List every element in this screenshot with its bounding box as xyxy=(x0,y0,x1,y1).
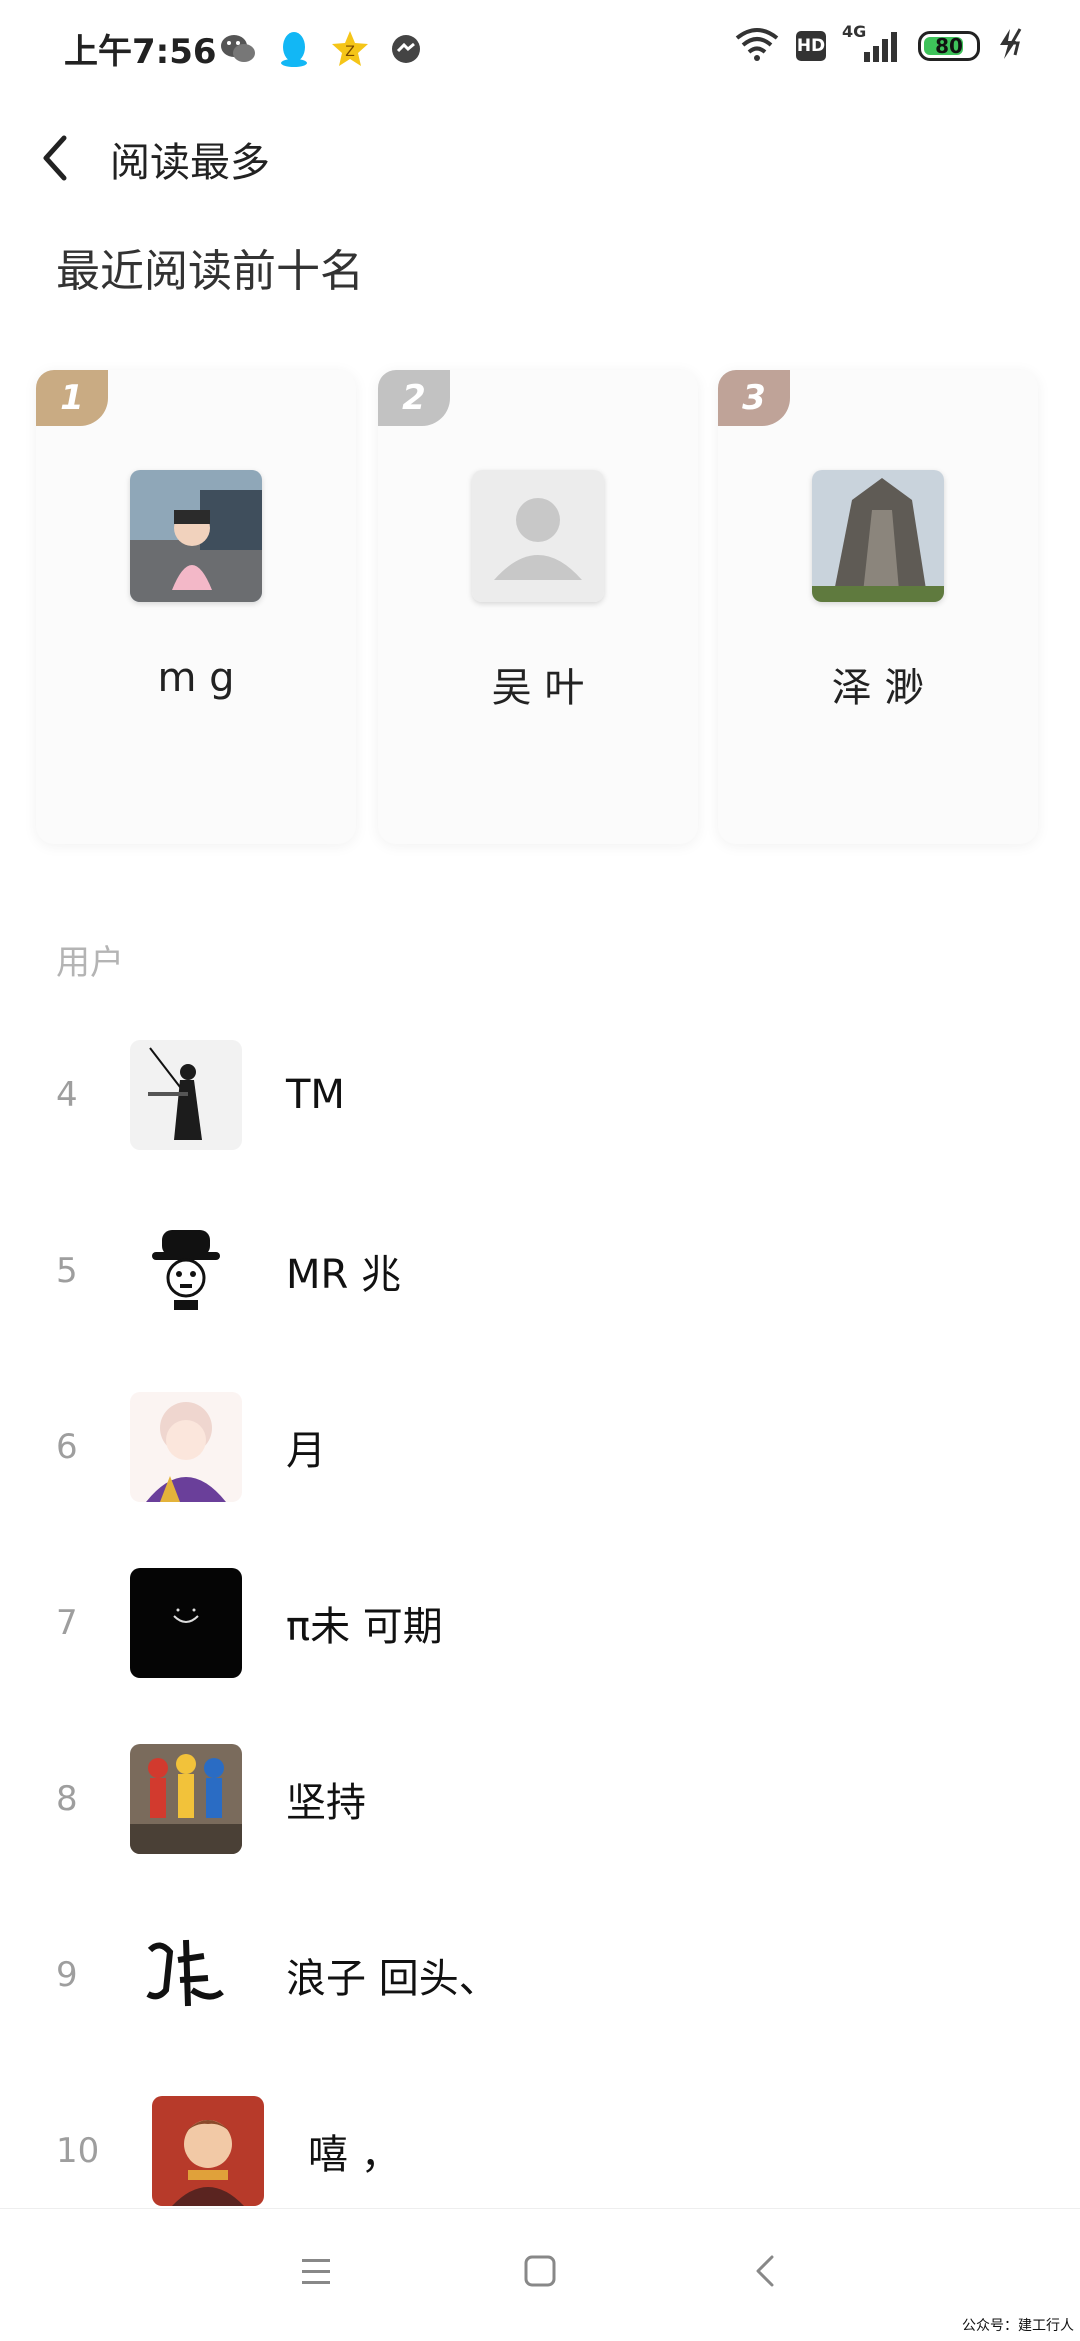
avatar xyxy=(130,1568,242,1678)
svg-text:Z: Z xyxy=(345,44,355,60)
rank-number: 9 xyxy=(56,1955,78,1995)
user-name: π未 可期 xyxy=(286,1604,443,1650)
battery-icon: 80 xyxy=(918,31,980,61)
home-square-icon[interactable] xyxy=(510,2241,570,2301)
list-item[interactable]: 9 浪子 回头、 xyxy=(0,1920,1080,2096)
top-ten-title: 最近阅读前十名 xyxy=(56,246,364,297)
rank-number: 10 xyxy=(56,2131,100,2171)
rank-number: 7 xyxy=(56,1603,78,1643)
back-chevron-icon[interactable] xyxy=(736,2241,796,2301)
system-nav-bar: 公众号：建工行人 xyxy=(0,2208,1080,2341)
rank-badge: 1 xyxy=(36,370,108,426)
reader-name: 泽 渺 xyxy=(831,665,925,711)
avatar xyxy=(130,1216,242,1326)
list-item[interactable]: 6 月 xyxy=(0,1392,1080,1568)
qq-icon xyxy=(274,29,314,69)
user-name: 坚持 xyxy=(286,1780,366,1826)
top-reader-card-3[interactable]: 3 泽 渺 xyxy=(718,370,1038,844)
reader-name: 吴 叶 xyxy=(491,665,585,711)
avatar xyxy=(152,2096,264,2206)
status-bar: 上午7:56 Z HD 4G 80 xyxy=(0,0,1080,100)
watermark-text: 公众号：建工行人 xyxy=(962,2318,1074,2334)
rank-number: 8 xyxy=(56,1779,78,1819)
top-reader-card-2[interactable]: 2 吴 叶 xyxy=(378,370,698,844)
star-app-icon: Z xyxy=(330,29,370,69)
charging-icon xyxy=(996,27,1026,65)
avatar xyxy=(130,1920,242,2030)
avatar xyxy=(130,1744,242,1854)
avatar xyxy=(130,1392,242,1502)
avatar xyxy=(812,470,944,602)
list-item[interactable]: 5 MR 兆 xyxy=(0,1216,1080,1392)
system-icons: HD 4G 80 xyxy=(734,22,1026,66)
rank-badge: 2 xyxy=(378,370,450,426)
users-section-label: 用户 xyxy=(56,943,124,983)
top-reader-card-1[interactable]: 1 m g xyxy=(36,370,356,844)
list-item[interactable]: 7 π未 可期 xyxy=(0,1568,1080,1744)
user-name: 嘻 ， xyxy=(308,2132,401,2178)
battery-level: 80 xyxy=(935,34,963,58)
user-name: TM xyxy=(286,1072,345,1118)
status-time: 上午7:56 xyxy=(64,32,217,72)
default-avatar-icon xyxy=(472,470,604,602)
notification-icons: Z xyxy=(218,28,426,70)
wifi-icon xyxy=(734,26,780,66)
menu-icon[interactable] xyxy=(286,2241,346,2301)
user-name: MR 兆 xyxy=(286,1252,402,1298)
rank-number: 5 xyxy=(56,1251,78,1291)
page-title: 阅读最多 xyxy=(110,140,270,186)
avatar xyxy=(130,1040,242,1150)
wechat-icon xyxy=(218,29,258,69)
hd-icon: HD xyxy=(796,31,826,61)
user-name: 浪子 回头、 xyxy=(286,1956,499,2002)
signal-icon: 4G xyxy=(842,22,902,64)
list-item[interactable]: 8 坚持 xyxy=(0,1744,1080,1920)
reader-name: m g xyxy=(157,655,235,701)
messenger-icon xyxy=(386,29,426,69)
rank-number: 6 xyxy=(56,1427,78,1467)
rank-number: 4 xyxy=(56,1075,78,1115)
back-button[interactable] xyxy=(36,128,76,188)
list-item[interactable]: 4 TM xyxy=(0,1040,1080,1216)
user-name: 月 xyxy=(286,1428,326,1474)
rank-badge: 3 xyxy=(718,370,790,426)
avatar xyxy=(130,470,262,602)
